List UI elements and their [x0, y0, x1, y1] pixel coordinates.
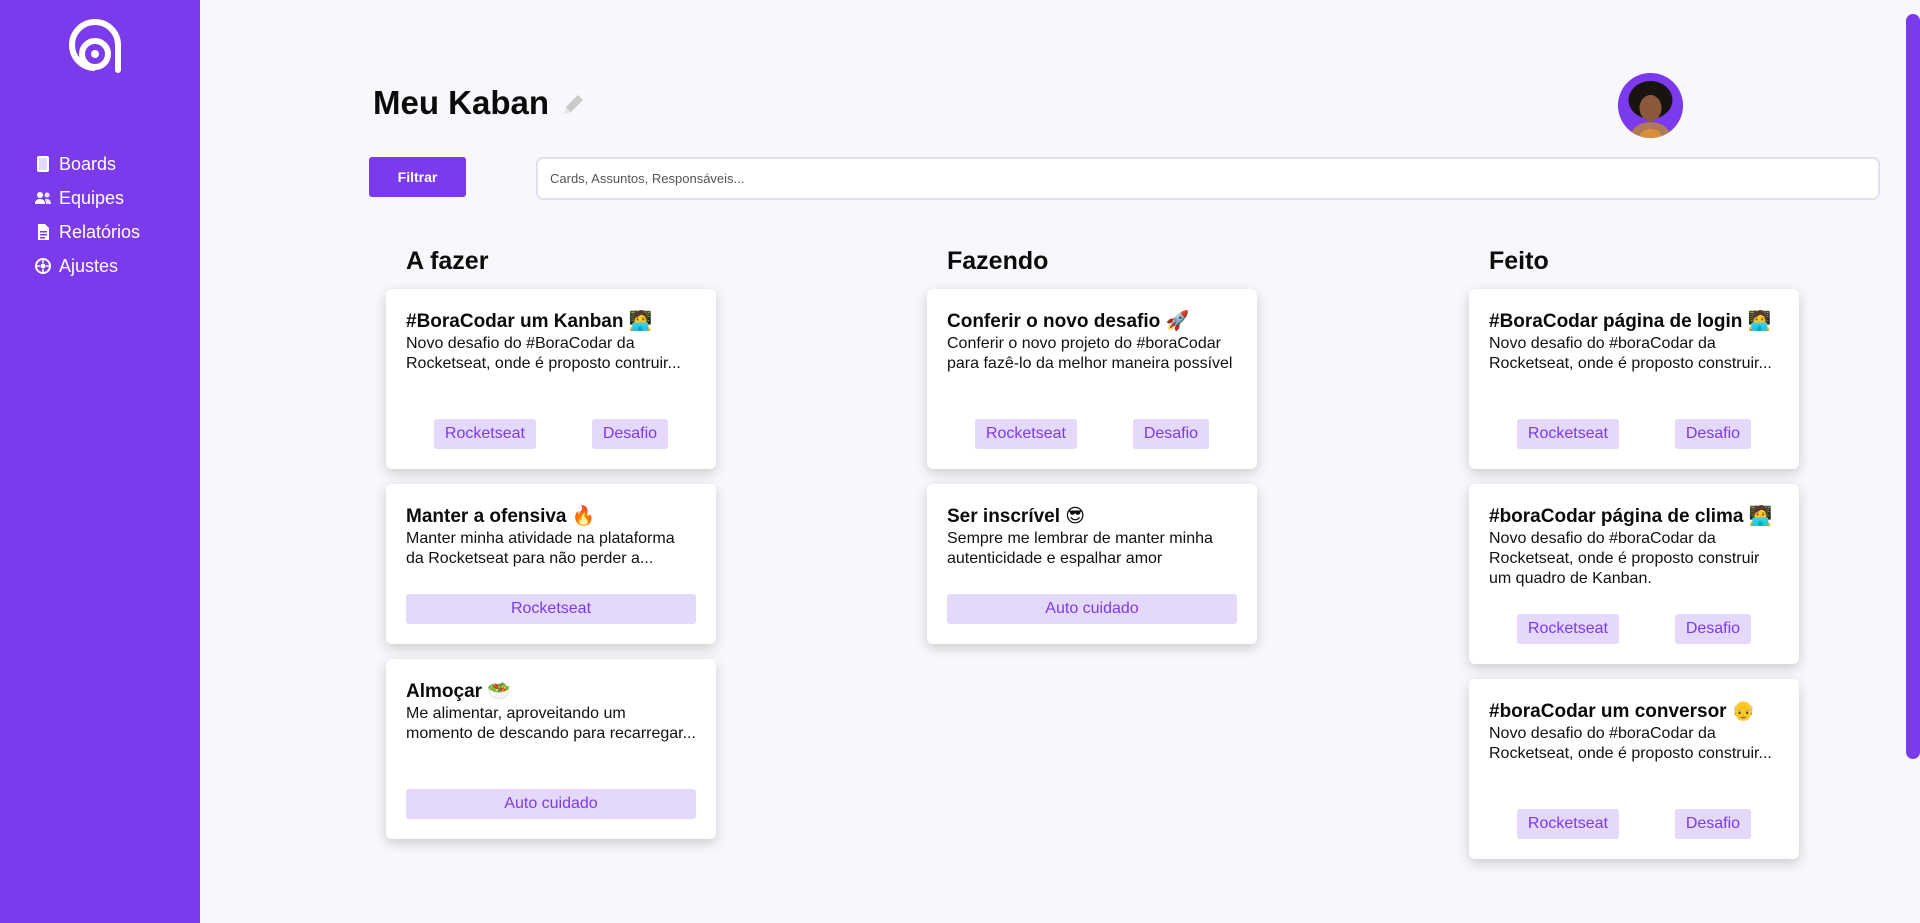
- sidebar-item-label: Boards: [59, 153, 117, 174]
- kanban-card[interactable]: #boraCodar um conversor 👴 Novo desafio d…: [1469, 679, 1799, 859]
- page-title: Meu Kaban: [373, 84, 550, 121]
- sidebar-item-label: Equipes: [59, 187, 125, 208]
- kanban-card[interactable]: #boraCodar página de clima 🧑‍💻 Novo desa…: [1469, 484, 1799, 664]
- tag-badge[interactable]: Rocketseat: [1516, 419, 1619, 449]
- kanban-card[interactable]: Conferir o novo desafio 🚀 Conferir o nov…: [927, 289, 1257, 469]
- card-title: #boraCodar página de clima 🧑‍💻: [1489, 506, 1773, 527]
- card-tags: Rocketseat Desafio: [1489, 614, 1779, 644]
- vertical-scrollbar[interactable]: [1906, 0, 1920, 923]
- tag-badge[interactable]: Auto cuidado: [947, 594, 1237, 624]
- tag-badge[interactable]: Rocketseat: [974, 419, 1077, 449]
- settings-icon: [35, 258, 51, 274]
- tag-badge[interactable]: Rocketseat: [433, 419, 536, 449]
- kanban-card[interactable]: #BoraCodar um Kanban 🧑‍💻 Novo desafio do…: [386, 289, 716, 469]
- card-title: #BoraCodar um Kanban 🧑‍💻: [406, 311, 653, 332]
- card-title: #BoraCodar página de login 🧑‍💻: [1489, 311, 1772, 332]
- card-description: Conferir o novo projeto do #boraCodar pa…: [947, 335, 1233, 372]
- sidebar: Boards Equipes Relatórios Ajustes: [0, 0, 200, 923]
- boards-icon: [37, 156, 49, 172]
- tag-badge[interactable]: Rocketseat: [1516, 614, 1619, 644]
- search-input[interactable]: [536, 157, 1880, 200]
- kanban-card[interactable]: #BoraCodar página de login 🧑‍💻 Novo desa…: [1469, 289, 1799, 469]
- kanban-card[interactable]: Ser inscrível 😎 Sempre me lembrar de man…: [927, 484, 1257, 644]
- sidebar-nav: Boards Equipes Relatórios Ajustes: [34, 147, 140, 283]
- kanban-card[interactable]: Almoçar 🥗 Me alimentar, aproveitando um …: [386, 659, 716, 839]
- card-tags: Rocketseat: [406, 594, 696, 624]
- tag-badge[interactable]: Auto cuidado: [406, 789, 696, 819]
- sidebar-item-boards[interactable]: Boards: [34, 147, 140, 181]
- card-description: Sempre me lembrar de manter minha autent…: [947, 530, 1213, 567]
- card-description: Novo desafio do #boraCodar da Rocketseat…: [1489, 725, 1772, 762]
- column-title-fazendo: Fazendo: [947, 247, 1049, 275]
- rocketseat-logo-icon[interactable]: [68, 18, 122, 76]
- card-tags: Rocketseat Desafio: [406, 419, 696, 449]
- card-description: Novo desafio do #boraCodar da Rocketseat…: [1489, 335, 1772, 372]
- card-tags: Rocketseat Desafio: [1489, 419, 1779, 449]
- scrollbar-thumb[interactable]: [1906, 14, 1920, 759]
- card-tags: Auto cuidado: [406, 789, 696, 819]
- document-icon: [38, 224, 49, 240]
- sidebar-item-ajustes[interactable]: Ajustes: [34, 249, 140, 283]
- tag-badge[interactable]: Desafio: [1674, 419, 1752, 449]
- sidebar-item-label: Ajustes: [59, 255, 119, 276]
- card-title: Almoçar 🥗: [406, 681, 511, 702]
- filter-button[interactable]: Filtrar: [369, 157, 466, 197]
- kanban-card[interactable]: Manter a ofensiva 🔥 Manter minha ativida…: [386, 484, 716, 644]
- column-title-a-fazer: A fazer: [406, 247, 489, 275]
- avatar[interactable]: [1618, 73, 1683, 138]
- tag-badge[interactable]: Desafio: [591, 419, 669, 449]
- sidebar-item-relatorios[interactable]: Relatórios: [34, 215, 140, 249]
- tag-badge[interactable]: Rocketseat: [1516, 809, 1619, 839]
- tag-badge[interactable]: Desafio: [1674, 809, 1752, 839]
- card-description: Novo desafio do #BoraCodar da Rocketseat…: [406, 335, 681, 372]
- card-title: Manter a ofensiva 🔥: [406, 506, 596, 527]
- pencil-icon[interactable]: [560, 92, 586, 118]
- user-photo-icon: [1618, 73, 1683, 138]
- tag-badge[interactable]: Desafio: [1132, 419, 1210, 449]
- card-tags: Rocketseat Desafio: [947, 419, 1237, 449]
- card-title: #boraCodar um conversor 👴: [1489, 701, 1756, 722]
- card-description: Novo desafio do #boraCodar da Rocketseat…: [1489, 530, 1760, 587]
- sidebar-item-label: Relatórios: [59, 221, 141, 242]
- column-title-feito: Feito: [1489, 247, 1549, 275]
- sidebar-item-equipes[interactable]: Equipes: [34, 181, 140, 215]
- card-title: Conferir o novo desafio 🚀: [947, 311, 1190, 332]
- users-icon: [35, 192, 51, 204]
- tag-badge[interactable]: Rocketseat: [406, 594, 696, 624]
- card-tags: Auto cuidado: [947, 594, 1237, 624]
- card-title: Ser inscrível 😎: [947, 506, 1086, 527]
- tag-badge[interactable]: Desafio: [1674, 614, 1752, 644]
- card-tags: Rocketseat Desafio: [1489, 809, 1779, 839]
- card-description: Manter minha atividade na plataforma da …: [406, 530, 675, 567]
- card-description: Me alimentar, aproveitando um momento de…: [406, 705, 696, 742]
